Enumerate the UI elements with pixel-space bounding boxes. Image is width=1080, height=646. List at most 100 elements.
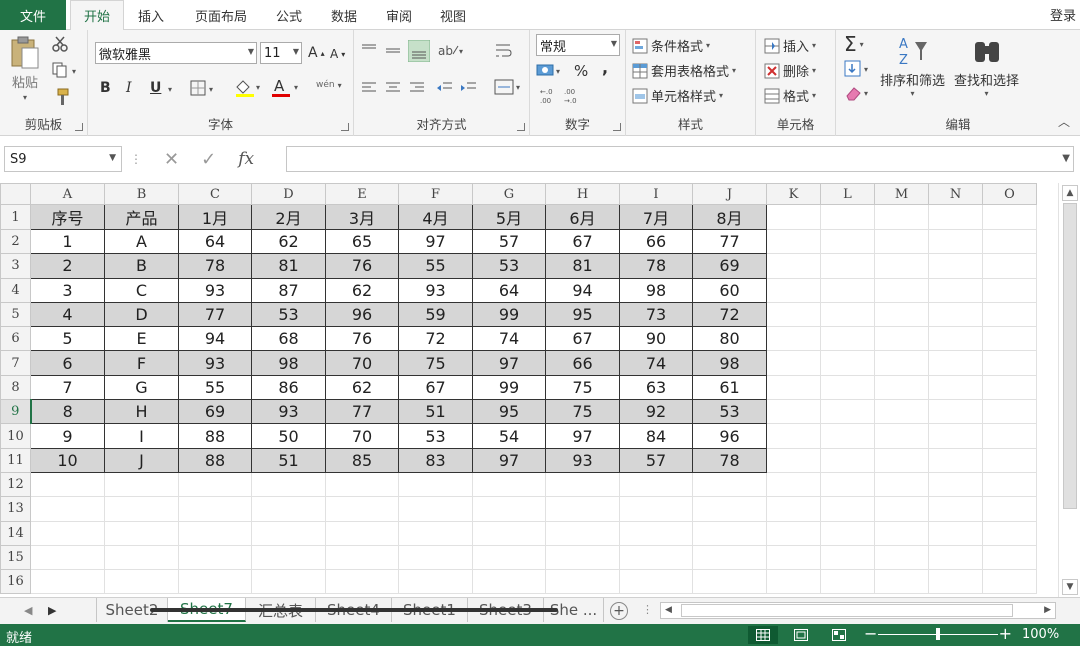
scroll-down-icon[interactable]: ▼ [1062, 579, 1078, 595]
empty-cell[interactable] [619, 544, 693, 571]
wrap-text-icon[interactable] [494, 42, 512, 60]
empty-cell[interactable] [472, 520, 546, 546]
horizontal-scroll-thumb[interactable] [681, 604, 1013, 617]
empty-cell[interactable] [874, 399, 929, 425]
data-cell[interactable]: 63 [619, 374, 693, 401]
empty-cell[interactable] [766, 228, 821, 255]
empty-cell[interactable] [874, 496, 929, 522]
grow-font-button[interactable]: A ▴ [308, 45, 325, 61]
formula-input[interactable]: ▼ [286, 146, 1074, 172]
data-cell[interactable]: 84 [619, 423, 693, 449]
page-layout-view-button[interactable] [786, 626, 816, 644]
login-link[interactable]: 登录 [1050, 5, 1076, 24]
borders-icon[interactable]: ▾ [190, 80, 218, 96]
row-header[interactable]: 8 [0, 374, 31, 401]
row-header[interactable]: 13 [0, 496, 31, 522]
empty-cell[interactable] [820, 569, 875, 595]
row-header[interactable]: 7 [0, 350, 31, 376]
header-cell[interactable]: 7月 [619, 204, 693, 230]
decrease-indent-icon[interactable] [436, 80, 454, 96]
data-cell[interactable]: 53 [398, 423, 473, 449]
zoom-slider[interactable]: − + [864, 624, 1012, 643]
data-cell[interactable]: 78 [178, 253, 252, 279]
align-top-icon[interactable] [360, 42, 378, 58]
empty-cell[interactable] [325, 496, 399, 522]
empty-cell[interactable] [982, 277, 1037, 303]
data-cell[interactable]: 83 [398, 447, 473, 473]
column-header-e[interactable]: E [325, 183, 399, 205]
empty-cell[interactable] [820, 447, 875, 473]
empty-cell[interactable] [325, 520, 399, 546]
empty-cell[interactable] [874, 204, 929, 230]
zoom-in-icon[interactable]: + [999, 624, 1012, 643]
empty-cell[interactable] [874, 253, 929, 279]
comma-button[interactable]: , [602, 58, 608, 77]
decrease-decimal-icon[interactable]: .00→.0 [562, 86, 582, 106]
empty-cell[interactable] [766, 447, 821, 473]
number-format-combo[interactable]: 常规 ▼ [536, 34, 620, 56]
data-cell[interactable]: 94 [178, 326, 252, 352]
empty-cell[interactable] [30, 569, 105, 595]
empty-cell[interactable] [545, 520, 620, 546]
zoom-out-icon[interactable]: − [864, 624, 877, 643]
data-cell[interactable]: 95 [472, 399, 546, 425]
empty-cell[interactable] [766, 471, 821, 498]
italic-button[interactable]: I [126, 80, 132, 96]
empty-cell[interactable] [30, 520, 105, 546]
data-cell[interactable]: 68 [251, 326, 326, 352]
empty-cell[interactable] [472, 471, 546, 498]
percent-button[interactable]: % [574, 62, 588, 80]
data-cell[interactable]: 9 [30, 423, 105, 449]
data-cell[interactable]: B [104, 253, 179, 279]
empty-cell[interactable] [104, 544, 179, 571]
data-cell[interactable]: 66 [545, 350, 620, 376]
data-cell[interactable]: 61 [692, 374, 767, 401]
header-cell[interactable]: 4月 [398, 204, 473, 230]
data-cell[interactable]: 3 [30, 277, 105, 303]
empty-cell[interactable] [545, 544, 620, 571]
merge-center-icon[interactable]: ▾ [494, 78, 524, 96]
data-cell[interactable]: 98 [692, 350, 767, 376]
empty-cell[interactable] [928, 520, 983, 546]
data-cell[interactable]: 87 [251, 277, 326, 303]
align-right-icon[interactable] [408, 80, 426, 96]
increase-indent-icon[interactable] [460, 80, 478, 96]
empty-cell[interactable] [820, 496, 875, 522]
data-cell[interactable]: 72 [398, 326, 473, 352]
empty-cell[interactable] [178, 544, 252, 571]
data-cell[interactable]: 88 [178, 447, 252, 473]
empty-cell[interactable] [398, 544, 473, 571]
data-cell[interactable]: 77 [178, 301, 252, 328]
data-cell[interactable]: 10 [30, 447, 105, 473]
data-cell[interactable]: 62 [325, 374, 399, 401]
empty-cell[interactable] [982, 228, 1037, 255]
empty-cell[interactable] [874, 520, 929, 546]
empty-cell[interactable] [982, 544, 1037, 571]
data-cell[interactable]: 78 [619, 253, 693, 279]
data-cell[interactable]: 76 [325, 326, 399, 352]
empty-cell[interactable] [472, 544, 546, 571]
header-cell[interactable]: 8月 [692, 204, 767, 230]
empty-cell[interactable] [928, 569, 983, 595]
data-cell[interactable]: 80 [692, 326, 767, 352]
data-cell[interactable]: 66 [619, 228, 693, 255]
tab-page-layout[interactable]: 页面布局 [184, 0, 258, 30]
data-cell[interactable]: 97 [472, 447, 546, 473]
empty-cell[interactable] [766, 350, 821, 376]
column-header-f[interactable]: F [398, 183, 473, 205]
empty-cell[interactable] [982, 399, 1037, 425]
data-cell[interactable]: 51 [251, 447, 326, 473]
empty-cell[interactable] [928, 350, 983, 376]
data-cell[interactable]: 81 [545, 253, 620, 279]
orientation-icon[interactable]: ab ▾ [438, 42, 466, 58]
data-cell[interactable]: 72 [692, 301, 767, 328]
empty-cell[interactable] [178, 520, 252, 546]
data-cell[interactable]: 67 [545, 326, 620, 352]
data-cell[interactable]: 95 [545, 301, 620, 328]
data-cell[interactable]: 77 [325, 399, 399, 425]
header-cell[interactable]: 2月 [251, 204, 326, 230]
data-cell[interactable]: 50 [251, 423, 326, 449]
empty-cell[interactable] [472, 496, 546, 522]
header-cell[interactable]: 1月 [178, 204, 252, 230]
empty-cell[interactable] [928, 399, 983, 425]
